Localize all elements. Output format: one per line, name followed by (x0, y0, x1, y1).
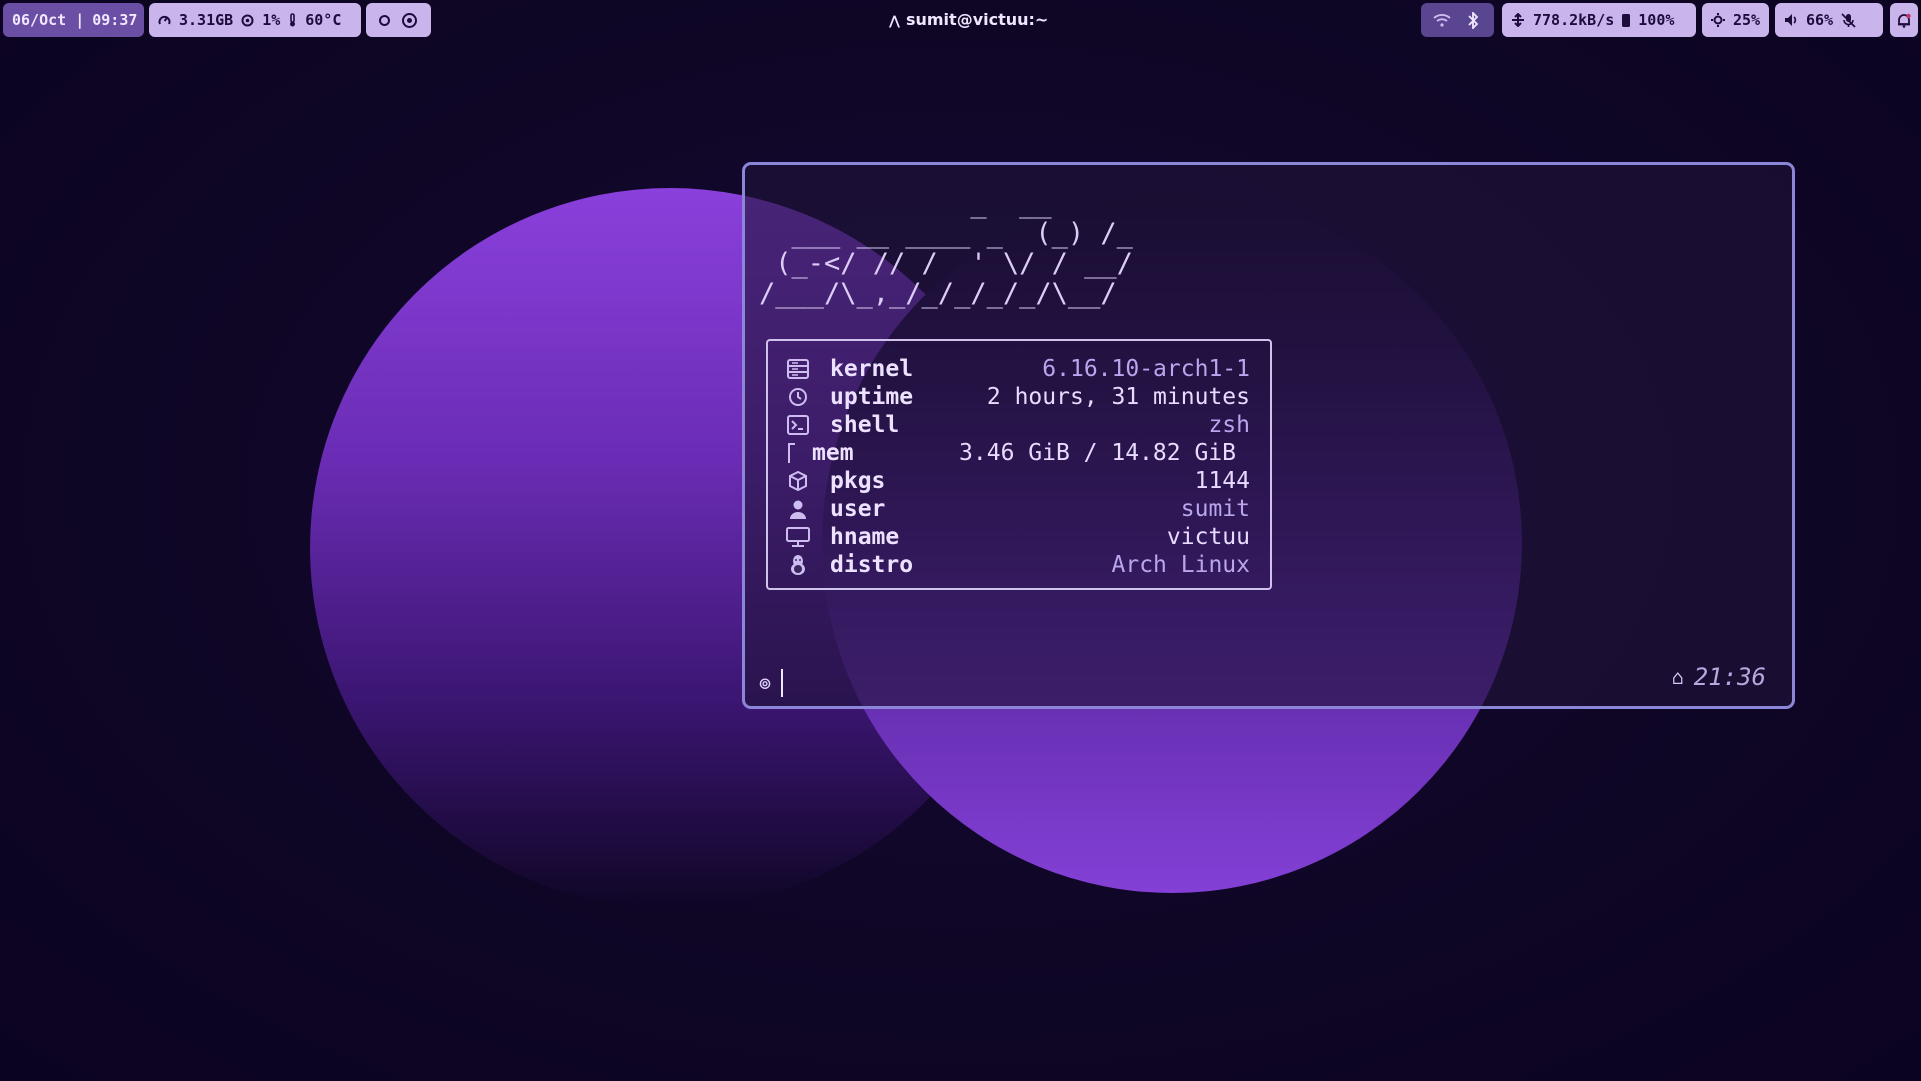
clock-icon (786, 386, 810, 408)
package-icon (786, 470, 810, 492)
info-row-pkgs: pkgs 1144 (786, 467, 1250, 495)
info-value: 2 hours, 31 minutes (986, 384, 1250, 410)
audio-module[interactable]: 66% (1775, 3, 1883, 37)
status-bar: 06/Oct | 09:37 3.31GB 1% 60°C ⋀ sumit@vic… (0, 0, 1921, 40)
time-label: 09:37 (92, 11, 138, 29)
info-value: sumit (1180, 496, 1250, 522)
battery-icon (1622, 13, 1631, 27)
notification-bell-icon[interactable] (1897, 13, 1911, 28)
info-value: 6.16.10-arch1-1 (1042, 356, 1250, 382)
server-icon (786, 358, 810, 380)
window-title-text: sumit@victuu:~ (905, 10, 1049, 29)
info-key: kernel (830, 356, 914, 382)
terminal-window[interactable]: _ __ ___ __ ____ _ (_) /_ (_-</ // / ' \… (742, 162, 1795, 709)
info-row-mem: mem 3.46 GiB / 14.82 GiB (786, 439, 1250, 467)
speaker-icon[interactable] (1784, 13, 1798, 27)
ascii-logo: _ __ ___ __ ____ _ (_) /_ (_-</ // / ' \… (759, 188, 1133, 309)
info-value: Arch Linux (1111, 552, 1250, 578)
info-key: user (830, 496, 886, 522)
text-cursor (781, 669, 784, 697)
brightness-icon (1711, 13, 1725, 27)
linux-icon (786, 554, 810, 576)
system-stats-module[interactable]: 3.31GB 1% 60°C (149, 3, 361, 37)
network-speed: 778.2kB/s (1533, 11, 1615, 29)
date-time-module[interactable]: 06/Oct | 09:37 (3, 3, 144, 37)
command-prompt[interactable]: ⊚ (759, 669, 784, 697)
info-value: zsh (1208, 412, 1250, 438)
info-key: distro (830, 552, 914, 578)
info-row-distro: distro Arch Linux (786, 551, 1250, 579)
brightness-level: 25% (1733, 11, 1761, 29)
workspace-active[interactable] (404, 14, 415, 26)
network-battery-module[interactable]: 778.2kB/s 100% (1502, 3, 1696, 37)
monitor-icon (786, 526, 810, 548)
brightness-module[interactable]: 25% (1702, 3, 1769, 37)
info-value: victuu (1166, 524, 1250, 550)
right-prompt: ⌂ 21:36 (1672, 663, 1766, 691)
battery-level: 100% (1638, 11, 1675, 29)
arch-logo-icon: ⋀ (889, 14, 900, 29)
prompt-symbol-icon: ⊚ (759, 671, 772, 695)
info-key: pkgs (830, 468, 886, 494)
info-row-uptime: uptime 2 hours, 31 minutes (786, 383, 1250, 411)
volume-level: 66% (1806, 11, 1834, 29)
notification-module[interactable] (1890, 3, 1918, 37)
window-title: ⋀ sumit@victuu:~ (889, 10, 1048, 29)
cpu-icon (241, 14, 254, 27)
info-value: 3.46 GiB / 14.82 GiB (959, 440, 1236, 466)
info-value: 1144 (1194, 468, 1250, 494)
info-row-shell: shell zsh (786, 411, 1250, 439)
date-label: 06/Oct | (12, 11, 85, 29)
info-row-kernel: kernel 6.16.10-arch1-1 (786, 355, 1250, 383)
bluetooth-icon[interactable] (1467, 11, 1479, 29)
thermometer-icon (288, 13, 297, 27)
wifi-icon[interactable] (1433, 13, 1451, 27)
info-key: mem (812, 440, 854, 466)
info-row-user: user sumit (786, 495, 1250, 523)
cpu-usage: 1% (262, 11, 281, 29)
info-key: uptime (830, 384, 914, 410)
microphone-muted-icon[interactable] (1841, 12, 1856, 28)
memory-icon (786, 442, 796, 464)
network-activity-icon (1511, 13, 1525, 27)
info-key: shell (830, 412, 900, 438)
user-icon (786, 498, 810, 520)
workspace-inactive[interactable] (379, 14, 390, 26)
terminal-icon (786, 414, 810, 436)
workspaces-module (366, 3, 431, 37)
info-row-hname: hname victuu (786, 523, 1250, 551)
info-key: hname (830, 524, 900, 550)
memory-usage: 3.31GB (179, 11, 234, 29)
connectivity-module[interactable] (1421, 3, 1494, 37)
temperature: 60°C (305, 11, 342, 29)
prompt-time: 21:36 (1693, 663, 1766, 691)
home-icon: ⌂ (1671, 665, 1684, 689)
memory-gauge-icon (158, 14, 171, 27)
system-info-box: kernel 6.16.10-arch1-1 uptime 2 hours, 3… (766, 339, 1272, 590)
